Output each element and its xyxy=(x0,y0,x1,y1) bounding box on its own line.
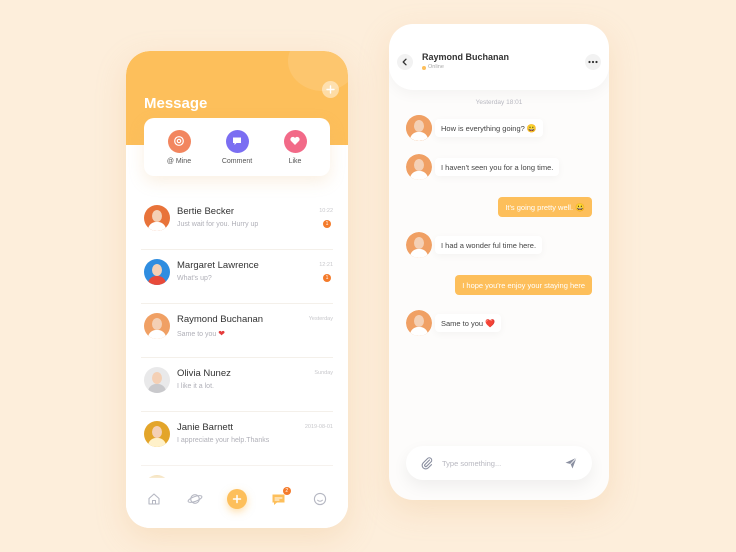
avatar xyxy=(144,205,170,231)
emoji: 😀 xyxy=(526,123,537,133)
contact-name: Margaret Lawrence xyxy=(177,260,259,271)
tab-profile[interactable] xyxy=(311,490,329,508)
send-icon[interactable] xyxy=(564,456,578,470)
avatar xyxy=(406,154,432,180)
message-incoming: I had a wonder ful time here. xyxy=(389,230,609,260)
contact-name: Janie Barnett xyxy=(177,422,233,433)
chat-header: Raymond Buchanan Online xyxy=(389,24,609,90)
message-incoming: How is everything going? 😀 xyxy=(389,113,609,143)
message-time: Yesterday xyxy=(308,316,333,322)
conversation-item[interactable]: Raymond Buchanan Same to you ❤ Yesterday xyxy=(141,304,333,358)
conversation-list: Bertie Becker Just wait for you. Hurry u… xyxy=(126,196,348,520)
message-bubble: It's going pretty well. 😀 xyxy=(498,197,592,217)
message-outgoing: I hope you're enjoy your staying here xyxy=(389,269,609,299)
more-options-button[interactable] xyxy=(585,54,601,70)
message-preview: Just wait for you. Hurry up xyxy=(177,221,259,228)
message-time: 10:22 xyxy=(319,208,333,214)
message-preview: Same to you ❤ xyxy=(177,329,225,338)
quick-action-label: Comment xyxy=(221,157,253,165)
more-icon xyxy=(588,60,598,64)
message-time: 12:21 xyxy=(319,262,333,268)
conversation-item[interactable]: Janie Barnett I appreciate your help.Tha… xyxy=(141,412,333,466)
quick-action-label: @ Mine xyxy=(166,157,192,165)
contact-name: Raymond Buchanan xyxy=(177,314,264,325)
plus-icon xyxy=(326,85,335,94)
unread-badge: 1 xyxy=(323,220,331,228)
planet-icon xyxy=(187,494,203,504)
tab-home[interactable] xyxy=(145,490,163,508)
quick-actions-card: @ Mine Comment Like xyxy=(144,118,330,176)
contact-name: Bertie Becker xyxy=(177,206,235,217)
smile-icon xyxy=(313,492,326,506)
avatar xyxy=(144,259,170,285)
tab-messages[interactable]: 2 xyxy=(270,487,291,508)
message-composer xyxy=(406,446,592,480)
online-status-dot xyxy=(422,66,426,70)
message-preview: What's up? xyxy=(177,275,212,282)
quick-action-label: Like xyxy=(288,157,302,165)
avatar xyxy=(406,310,432,336)
emoji: 😀 xyxy=(575,202,585,212)
message-bubble: How is everything going? 😀 xyxy=(435,119,543,137)
avatar xyxy=(144,421,170,447)
message-bubble: I had a wonder ful time here. xyxy=(435,236,543,254)
comment-icon xyxy=(225,129,249,153)
conversation-item[interactable]: Bertie Becker Just wait for you. Hurry u… xyxy=(141,196,333,250)
message-time: Sunday xyxy=(314,370,333,376)
message-outgoing: It's going pretty well. 😀 xyxy=(389,191,609,221)
message-incoming: Same to you ❤️ xyxy=(389,308,609,338)
message-bubble: I haven't seen you for a long time. xyxy=(435,158,560,176)
avatar xyxy=(144,367,170,393)
conversation-item[interactable]: Margaret Lawrence What's up? 12:21 1 xyxy=(141,250,333,304)
tab-discover[interactable] xyxy=(186,490,204,508)
attachment-icon[interactable] xyxy=(420,456,434,470)
unread-badge: 2 xyxy=(282,487,291,495)
avatar xyxy=(144,313,170,339)
heart-icon xyxy=(283,129,307,153)
message-time: 2019-08-01 xyxy=(304,424,333,430)
day-separator: Yesterday 18:01 xyxy=(475,99,523,106)
online-status: Online xyxy=(428,64,444,70)
chat-screen: Raymond Buchanan Online Yesterday 18:01 … xyxy=(389,24,609,500)
message-bubble: I hope you're enjoy your staying here xyxy=(455,275,592,295)
message-input[interactable] xyxy=(442,456,552,470)
avatar xyxy=(406,115,432,141)
contact-name: Olivia Nunez xyxy=(177,368,231,379)
message-bubble: Same to you ❤️ xyxy=(435,314,502,332)
message-preview: I appreciate your help.Thanks xyxy=(177,437,270,444)
unread-badge: 1 xyxy=(323,274,331,282)
tab-add[interactable] xyxy=(226,489,247,509)
add-message-button[interactable] xyxy=(322,81,339,98)
at-icon xyxy=(167,129,191,153)
bottom-tab-bar: 2 xyxy=(126,478,348,528)
quick-action-comment[interactable]: Comment xyxy=(212,129,262,165)
quick-action-mine[interactable]: @ Mine xyxy=(154,129,204,165)
contact-name: Raymond Buchanan xyxy=(422,52,510,62)
chevron-left-icon xyxy=(402,58,407,66)
home-icon xyxy=(148,493,160,505)
message-incoming: I haven't seen you for a long time. xyxy=(389,152,609,182)
emoji: ❤️ xyxy=(485,318,496,328)
page-title: Message xyxy=(144,95,208,112)
heart-emoji: ❤ xyxy=(218,329,225,338)
message-list-screen: Message @ Mine Comment Like Bertie Becke… xyxy=(126,51,348,528)
quick-action-like[interactable]: Like xyxy=(270,129,320,165)
conversation-item[interactable]: Olivia Nunez I like it a lot. Sunday xyxy=(141,358,333,412)
back-button[interactable] xyxy=(397,54,413,70)
message-preview: I like it a lot. xyxy=(177,383,214,390)
add-icon xyxy=(232,494,242,504)
avatar xyxy=(406,232,432,258)
